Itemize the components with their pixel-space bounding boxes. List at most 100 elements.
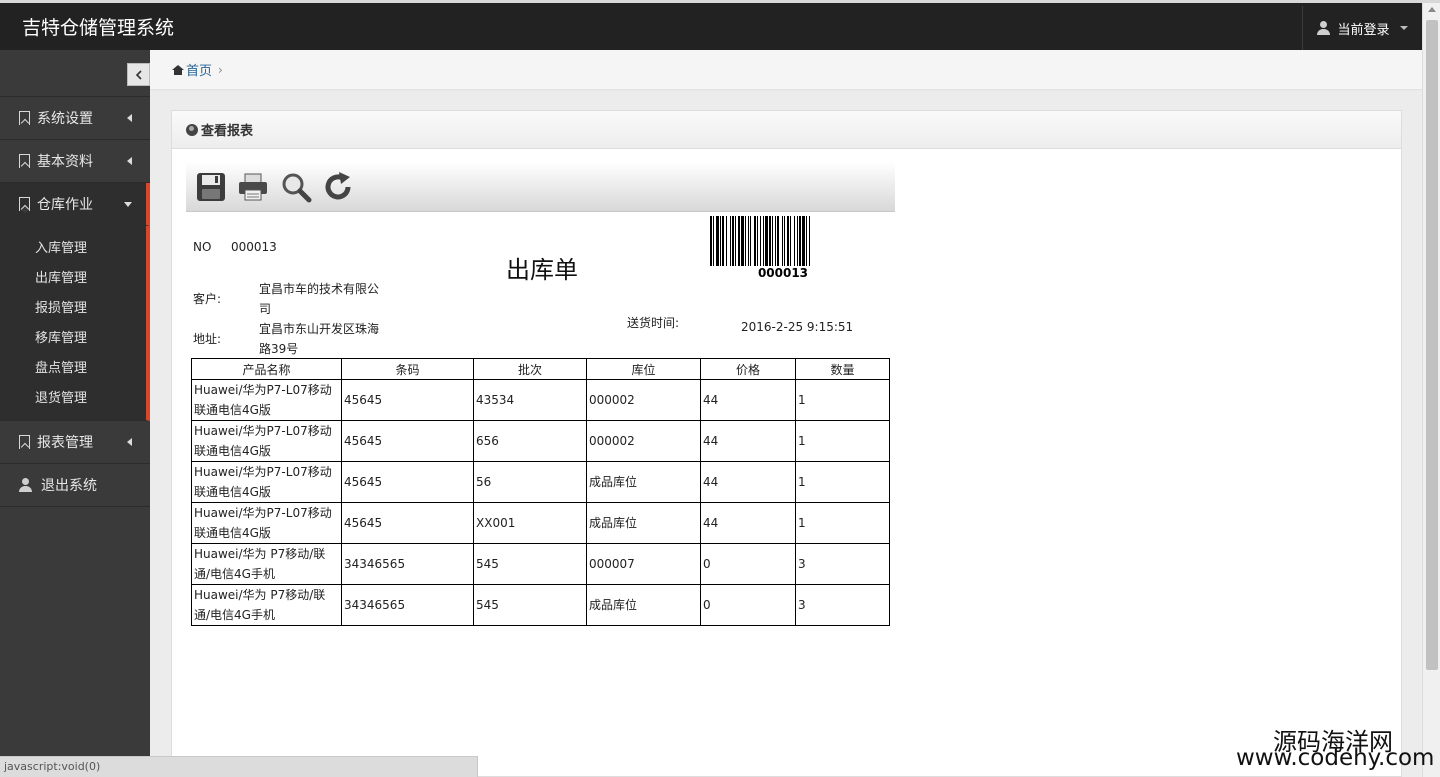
no-label: NO bbox=[193, 240, 212, 254]
sidebar-item-warehouse-ops[interactable]: 仓库作业 bbox=[0, 183, 150, 226]
table-row: Huawei/华为 P7移动/联 通/电信4G手机 34346565 545 00000… bbox=[191, 543, 890, 585]
barcode-bar bbox=[769, 216, 771, 266]
submenu-item-returns[interactable]: 退货管理 bbox=[0, 384, 146, 414]
table-header-row: 产品名称 条码 批次 库位 价格 数量 bbox=[191, 358, 890, 380]
search-icon bbox=[282, 173, 312, 203]
delivery-time-label: 送货时间: bbox=[627, 316, 680, 330]
document-title: 出库单 bbox=[506, 256, 578, 284]
product-name-line1: Huawei/华为P7-L07移动 bbox=[194, 465, 332, 479]
bookmark-icon bbox=[19, 435, 30, 449]
column-header: 价格 bbox=[700, 358, 796, 380]
cell-product-name: Huawei/华为 P7移动/联 通/电信4G手机 bbox=[191, 543, 342, 585]
address-value-line1: 宜昌市东山开发区珠海 bbox=[259, 322, 380, 336]
breadcrumb-home-link[interactable]: 首页 bbox=[186, 60, 212, 79]
barcode-bar bbox=[722, 216, 724, 266]
submenu-item-inventory-check[interactable]: 盘点管理 bbox=[0, 354, 146, 384]
cell-price: 0 bbox=[700, 543, 796, 585]
table-row: Huawei/华为P7-L07移动 联通电信4G版 45645 56 成品库位 44 1 bbox=[191, 461, 890, 503]
product-name-line2: 通/电信4G手机 bbox=[194, 608, 275, 622]
cell-price: 0 bbox=[700, 584, 796, 626]
user-menu-dropdown[interactable]: 当前登录 bbox=[1302, 6, 1422, 50]
submenu-item-outbound[interactable]: 出库管理 bbox=[0, 264, 146, 294]
chevron-left-icon bbox=[135, 69, 142, 80]
product-name-line2: 联通电信4G版 bbox=[194, 485, 271, 499]
sidebar-item-system-settings[interactable]: 系统设置 bbox=[0, 97, 150, 140]
sidebar-item-label: 仓库作业 bbox=[37, 197, 93, 213]
barcode-bar bbox=[799, 216, 801, 266]
cell-location: 000007 bbox=[586, 543, 701, 585]
print-button[interactable] bbox=[236, 170, 270, 204]
address-value-line2: 路39号 bbox=[259, 342, 299, 356]
product-name-line2: 通/电信4G手机 bbox=[194, 567, 275, 581]
caret-down-icon bbox=[124, 201, 132, 207]
scrollbar-thumb[interactable] bbox=[1426, 20, 1438, 670]
barcode-bar bbox=[716, 216, 719, 266]
cell-batch: 545 bbox=[473, 543, 587, 585]
sidebar-item-label: 退出系统 bbox=[41, 478, 97, 494]
barcode-bar bbox=[741, 216, 744, 266]
barcode-bar bbox=[806, 216, 807, 266]
barcode-bar bbox=[765, 216, 768, 266]
barcode-bar bbox=[760, 216, 761, 266]
cell-quantity: 1 bbox=[795, 379, 890, 421]
product-name-line1: Huawei/华为P7-L07移动 bbox=[194, 506, 332, 520]
delivery-time-value: 2016-2-25 9:15:51 bbox=[741, 320, 854, 334]
page-scrollbar[interactable] bbox=[1422, 3, 1440, 777]
app-title[interactable]: 吉特仓储管理系统 bbox=[22, 13, 174, 40]
refresh-button[interactable] bbox=[321, 170, 355, 204]
caret-left-icon bbox=[127, 157, 132, 165]
barcode-text: 000013 bbox=[757, 266, 809, 280]
home-icon bbox=[172, 64, 184, 75]
cell-location: 000002 bbox=[586, 420, 701, 462]
barcode-bar bbox=[750, 216, 751, 266]
barcode-bar bbox=[710, 216, 712, 266]
bookmark-icon bbox=[19, 197, 30, 211]
cell-quantity: 3 bbox=[795, 584, 890, 626]
barcode-bar bbox=[802, 216, 805, 266]
cell-quantity: 1 bbox=[795, 420, 890, 462]
barcode-bar bbox=[763, 216, 764, 266]
column-header: 数量 bbox=[795, 358, 890, 380]
cell-product-name: Huawei/华为 P7移动/联 通/电信4G手机 bbox=[191, 584, 342, 626]
globe-icon bbox=[186, 123, 198, 136]
cell-location: 成品库位 bbox=[586, 502, 701, 544]
watermark-url: www.codehy.com bbox=[1236, 745, 1435, 771]
scroll-up-arrow[interactable] bbox=[1428, 7, 1436, 12]
product-name-line2: 联通电信4G版 bbox=[194, 444, 271, 458]
cell-batch: 56 bbox=[473, 461, 587, 503]
sidebar-item-logout[interactable]: 退出系统 bbox=[0, 464, 150, 507]
cell-batch: 545 bbox=[473, 584, 587, 626]
cell-location: 000002 bbox=[586, 379, 701, 421]
cell-price: 44 bbox=[700, 461, 796, 503]
submenu-item-transfer[interactable]: 移库管理 bbox=[0, 324, 146, 354]
cell-quantity: 1 bbox=[795, 461, 890, 503]
sidebar-item-reports[interactable]: 报表管理 bbox=[0, 421, 150, 464]
cell-barcode: 45645 bbox=[341, 502, 474, 544]
sidebar-item-label: 报表管理 bbox=[37, 435, 93, 451]
submenu-item-damage[interactable]: 报损管理 bbox=[0, 294, 146, 324]
breadcrumb-separator: › bbox=[218, 62, 223, 77]
submenu-item-inbound[interactable]: 入库管理 bbox=[0, 234, 146, 264]
no-value: 000013 bbox=[231, 240, 277, 254]
column-header: 条码 bbox=[341, 358, 474, 380]
table-row: Huawei/华为 P7移动/联 通/电信4G手机 34346565 545 成品库位 0… bbox=[191, 584, 890, 626]
cell-product-name: Huawei/华为P7-L07移动 联通电信4G版 bbox=[191, 420, 342, 462]
cell-product-name: Huawei/华为P7-L07移动 联通电信4G版 bbox=[191, 379, 342, 421]
table-row: Huawei/华为P7-L07移动 联通电信4G版 45645 656 000002 44… bbox=[191, 420, 890, 462]
items-table: 产品名称 条码 批次 库位 价格 数量 Huawei/华为P7-L07移动 联通电… bbox=[191, 358, 890, 626]
product-name-line2: 联通电信4G版 bbox=[194, 403, 271, 417]
sidebar-collapse-button[interactable] bbox=[127, 63, 150, 86]
search-button[interactable] bbox=[279, 170, 313, 204]
breadcrumb: 首页 › bbox=[150, 50, 1422, 90]
barcode-bar bbox=[748, 216, 749, 266]
print-icon bbox=[239, 173, 267, 201]
sidebar-item-label: 基本资料 bbox=[37, 154, 93, 170]
user-icon bbox=[1317, 21, 1331, 35]
barcode-bar bbox=[784, 216, 785, 266]
column-header: 批次 bbox=[473, 358, 587, 380]
product-name-line1: Huawei/华为P7-L07移动 bbox=[194, 424, 332, 438]
cell-price: 44 bbox=[700, 379, 796, 421]
save-button[interactable] bbox=[194, 170, 228, 204]
sidebar-item-basic-data[interactable]: 基本资料 bbox=[0, 140, 150, 183]
cell-quantity: 3 bbox=[795, 543, 890, 585]
